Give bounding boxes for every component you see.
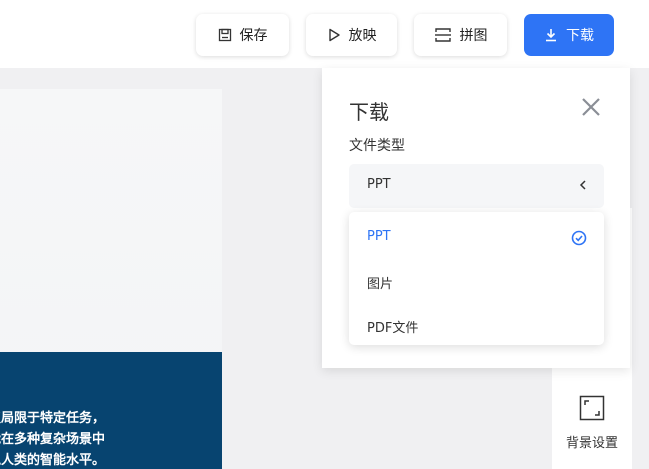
top-toolbar: 保存 放映 拼图 下载: [0, 0, 649, 68]
download-label: 下载: [566, 28, 594, 44]
option-image[interactable]: 图片: [349, 260, 604, 300]
file-type-dropdown: PPT 图片 PDF文件: [349, 212, 604, 345]
puzzle-button[interactable]: 拼图: [414, 14, 507, 56]
close-icon[interactable]: [580, 96, 602, 118]
option-label: PDF文件: [367, 321, 419, 336]
option-label: PPT: [367, 229, 391, 244]
slide-text-line: 能在多种复杂场景中: [0, 432, 106, 447]
chevron-left-icon: [579, 180, 586, 190]
download-button[interactable]: 下载: [524, 14, 614, 56]
save-icon: [218, 28, 231, 42]
option-ppt[interactable]: PPT: [349, 216, 604, 256]
option-pdf[interactable]: PDF文件: [349, 304, 604, 344]
file-type-select[interactable]: PPT: [349, 164, 604, 208]
slide-text-band[interactable]: 仅局限于特定任务， 能在多种复杂场景中 似人类的智能水平。: [0, 352, 222, 469]
puzzle-label: 拼图: [459, 28, 488, 44]
option-label: 图片: [367, 277, 394, 292]
background-settings-button[interactable]: 背景设置: [552, 386, 632, 456]
file-type-selected-value: PPT: [367, 177, 391, 192]
background-settings-label: 背景设置: [565, 436, 618, 451]
slide-text-line: 似人类的智能水平。: [0, 453, 106, 468]
play-button[interactable]: 放映: [306, 14, 397, 56]
frame-icon: [579, 395, 605, 421]
play-label: 放映: [348, 28, 377, 44]
panel-title: 下载: [349, 100, 389, 124]
file-type-label: 文件类型: [349, 138, 405, 154]
save-label: 保存: [239, 28, 268, 44]
slide-text-line: 仅局限于特定任务，: [0, 411, 106, 426]
check-circle-icon: [571, 230, 587, 246]
download-icon: [546, 29, 556, 42]
collage-icon: [434, 28, 451, 42]
play-icon: [328, 28, 340, 42]
save-button[interactable]: 保存: [196, 14, 289, 56]
